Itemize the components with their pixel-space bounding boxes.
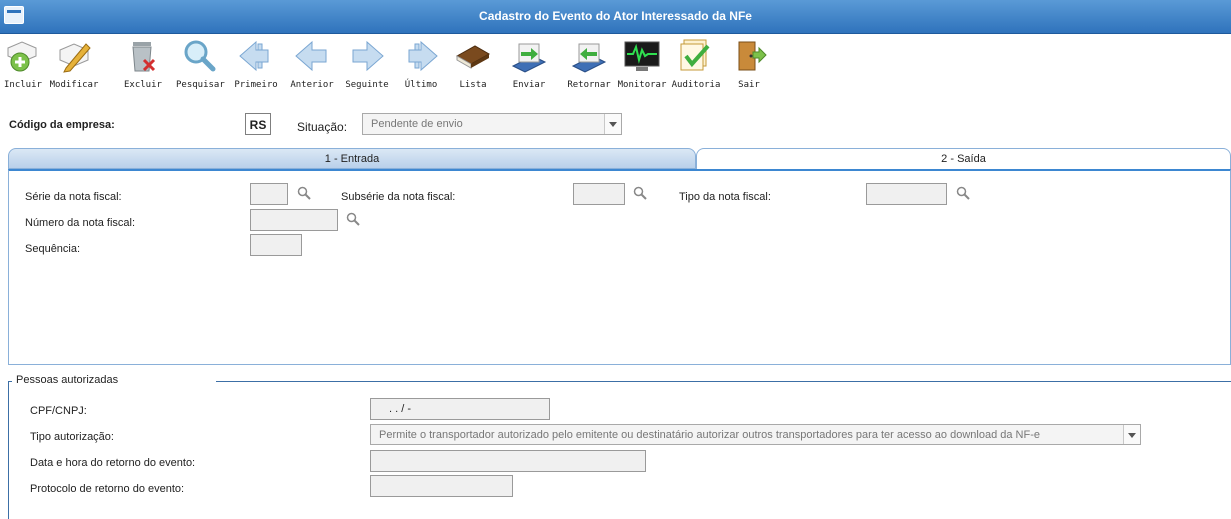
toolbar-button-ultimo[interactable]: Último bbox=[401, 36, 441, 94]
previous-arrow-icon bbox=[295, 40, 327, 72]
next-arrow-icon bbox=[352, 40, 384, 72]
toolbar-label: Excluir bbox=[124, 80, 162, 90]
status-label: Situação: bbox=[297, 120, 348, 134]
toolbar-button-primeiro[interactable]: Primeiro bbox=[234, 36, 278, 94]
numero-field[interactable] bbox=[250, 209, 338, 231]
search-icon[interactable] bbox=[346, 212, 360, 226]
sequencia-field[interactable] bbox=[250, 234, 302, 256]
subserie-label: Subsérie da nota fiscal: bbox=[341, 191, 456, 203]
toolbar-label: Modificar bbox=[49, 80, 99, 90]
exit-door-icon bbox=[738, 41, 767, 71]
search-icon bbox=[184, 40, 216, 72]
toolbar-button-lista[interactable]: Lista bbox=[455, 36, 491, 94]
toolbar-label: Incluir bbox=[4, 80, 42, 90]
toolbar-button-monitorar[interactable]: Monitorar bbox=[617, 36, 667, 94]
toolbar-label: Anterior bbox=[290, 80, 334, 90]
tipo-autorizacao-label: Tipo autorização: bbox=[30, 431, 114, 443]
toolbar-label: Retornar bbox=[567, 80, 611, 90]
toolbar-label: Monitorar bbox=[617, 80, 667, 90]
chevron-down-icon[interactable] bbox=[604, 114, 621, 134]
window-title: Cadastro do Evento do Ator Interessado d… bbox=[479, 9, 752, 23]
company-label: Código da empresa: bbox=[9, 119, 115, 131]
serie-label: Série da nota fiscal: bbox=[25, 191, 122, 203]
serie-field[interactable] bbox=[250, 183, 288, 205]
status-select[interactable]: Pendente de envio bbox=[362, 113, 622, 135]
cpf-field[interactable]: . . / - bbox=[370, 398, 550, 420]
chevron-down-icon[interactable] bbox=[1123, 425, 1140, 444]
last-arrow-icon bbox=[408, 40, 438, 72]
toolbar-button-retornar[interactable]: Retornar bbox=[564, 36, 614, 94]
status-select-value: Pendente de envio bbox=[371, 118, 463, 130]
company-code-field[interactable]: RS bbox=[245, 113, 271, 135]
protocolo-field[interactable] bbox=[370, 475, 513, 497]
cpf-label: CPF/CNPJ: bbox=[30, 405, 87, 417]
tipo-autorizacao-select[interactable]: Permite o transportador autorizado pelo … bbox=[370, 424, 1141, 445]
company-row: Código da empresa: RS Situação: Pendente… bbox=[0, 113, 1231, 139]
toolbar-label: Último bbox=[404, 80, 438, 90]
toolbar-button-anterior[interactable]: Anterior bbox=[290, 36, 334, 94]
trash-icon bbox=[132, 42, 156, 72]
group-border-top bbox=[216, 381, 1231, 382]
toolbar-button-incluir[interactable]: Incluir bbox=[4, 36, 42, 94]
toolbar-button-auditoria[interactable]: Auditoria bbox=[671, 36, 721, 94]
toolbar-button-seguinte[interactable]: Seguinte bbox=[345, 36, 389, 94]
first-arrow-icon bbox=[239, 40, 269, 72]
sequencia-label: Sequência: bbox=[25, 243, 81, 255]
group-title: Pessoas autorizadas bbox=[12, 374, 123, 386]
toolbar-label: Primeiro bbox=[234, 80, 278, 90]
toolbar-button-enviar[interactable]: Enviar bbox=[511, 36, 547, 94]
data-retorno-label: Data e hora do retorno do evento: bbox=[30, 457, 196, 469]
toolbar-button-pesquisar[interactable]: Pesquisar bbox=[176, 36, 225, 94]
toolbar-button-modificar[interactable]: Modificar bbox=[48, 36, 100, 94]
toolbar-label: Enviar bbox=[512, 80, 546, 90]
group-border-left bbox=[8, 381, 9, 519]
tab-saida[interactable]: 2 - Saída bbox=[696, 148, 1231, 169]
edit-icon bbox=[59, 43, 91, 73]
add-icon bbox=[7, 41, 37, 72]
audit-icon bbox=[680, 39, 710, 71]
numero-label: Número da nota fiscal: bbox=[25, 217, 136, 229]
protocolo-label: Protocolo de retorno do evento: bbox=[30, 483, 185, 495]
toolbar-label: Lista bbox=[459, 80, 487, 90]
search-icon[interactable] bbox=[956, 186, 970, 200]
toolbar-button-sair[interactable]: Sair bbox=[731, 36, 767, 94]
monitor-icon bbox=[624, 41, 660, 71]
toolbar-label: Sair bbox=[738, 80, 760, 90]
return-icon bbox=[571, 43, 607, 73]
tipo-nota-field[interactable] bbox=[866, 183, 947, 205]
data-retorno-field[interactable] bbox=[370, 450, 646, 472]
toolbar: Incluir Modificar Excluir Pesquisar Prim… bbox=[0, 34, 1231, 96]
tab-bar: 1 - Entrada 2 - Saída bbox=[8, 148, 1231, 169]
send-icon bbox=[511, 43, 547, 73]
search-icon[interactable] bbox=[633, 186, 647, 200]
toolbar-label: Auditoria bbox=[671, 80, 721, 90]
toolbar-label: Seguinte bbox=[345, 80, 389, 90]
tipo-autorizacao-value: Permite o transportador autorizado pelo … bbox=[379, 429, 1040, 441]
window-titlebar: Cadastro do Evento do Ator Interessado d… bbox=[0, 0, 1231, 34]
subserie-field[interactable] bbox=[573, 183, 625, 205]
tipo-nota-label: Tipo da nota fiscal: bbox=[679, 191, 771, 203]
book-icon bbox=[455, 45, 491, 69]
search-icon[interactable] bbox=[297, 186, 311, 200]
toolbar-label: Pesquisar bbox=[176, 80, 225, 90]
tab-entrada[interactable]: 1 - Entrada bbox=[8, 148, 696, 169]
toolbar-button-excluir[interactable]: Excluir bbox=[124, 36, 162, 94]
